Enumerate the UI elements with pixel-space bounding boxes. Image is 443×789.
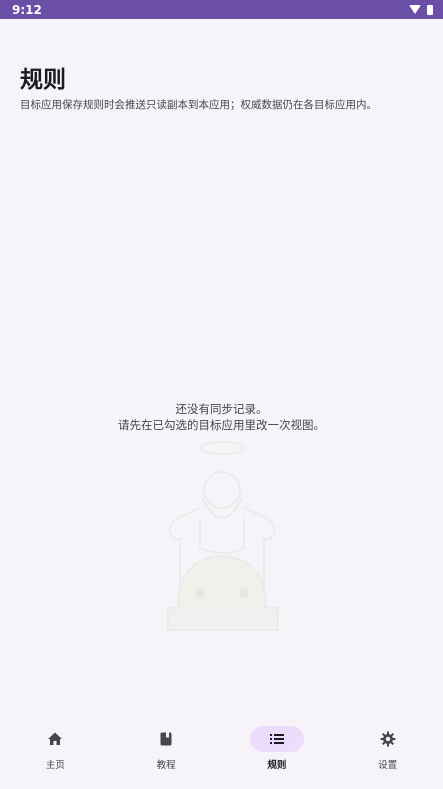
android-angel-illustration	[167, 441, 279, 631]
status-bar: 9:12	[0, 0, 443, 19]
nav-icon-wrap	[139, 726, 193, 752]
book-icon	[160, 732, 172, 746]
empty-state-message: 还没有同步记录。 请先在已勾选的目标应用里改一次视图。	[0, 401, 443, 433]
bottom-navigation: 主页 教程 规则 设置	[0, 713, 443, 789]
empty-state-line2: 请先在已勾选的目标应用里改一次视图。	[118, 418, 325, 432]
nav-label-home: 主页	[45, 760, 65, 771]
nav-item-rules[interactable]: 规则	[222, 713, 333, 789]
battery-icon	[427, 4, 433, 15]
page-subtitle: 目标应用保存规则时会推送只读副本到本应用；权威数据仍在各目标应用内。	[20, 99, 377, 111]
nav-item-settings[interactable]: 设置	[332, 713, 443, 789]
home-icon	[48, 732, 63, 745]
nav-label-settings: 设置	[378, 760, 398, 771]
list-icon	[269, 734, 284, 744]
nav-item-home[interactable]: 主页	[0, 713, 111, 789]
empty-state-line1: 还没有同步记录。	[175, 402, 268, 416]
nav-icon-wrap	[361, 726, 415, 752]
nav-label-tutorial: 教程	[156, 760, 176, 771]
nav-item-tutorial[interactable]: 教程	[111, 713, 222, 789]
status-time: 9:12	[12, 2, 42, 17]
page-title: 规则	[20, 67, 66, 93]
wifi-icon	[409, 5, 421, 14]
status-icons	[409, 4, 433, 15]
nav-icon-wrap-active	[249, 726, 304, 752]
gear-icon	[380, 731, 396, 747]
nav-icon-wrap	[28, 726, 82, 752]
nav-label-rules: 规则	[267, 760, 287, 771]
